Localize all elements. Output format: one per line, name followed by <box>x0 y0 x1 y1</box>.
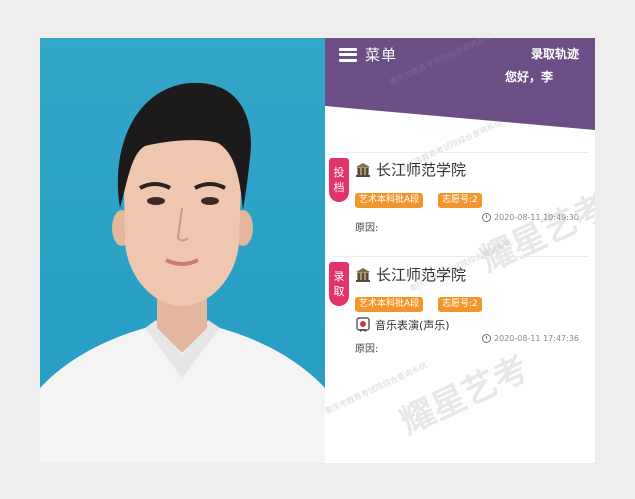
reason-label: 原因: <box>355 344 379 355</box>
hamburger-icon <box>339 47 357 62</box>
school-name: 长江师范学院 <box>376 266 467 284</box>
major-row: 音乐表演(声乐) <box>355 317 450 333</box>
screenshot-frame: 菜单 录取轨迹 您好，李 重庆市教育考试院综合查询系统 重庆市教育考试院综合查询… <box>40 38 595 463</box>
watermark-logo-text: 耀星艺考 <box>394 348 535 443</box>
watermark-logo-text: 耀星艺考 <box>474 186 595 281</box>
clock-icon <box>482 213 492 222</box>
menu-label: 菜单 <box>365 46 398 64</box>
menu-button[interactable]: 菜单 <box>339 44 397 65</box>
school-row: 长江师范学院 <box>355 264 466 285</box>
app-header: 菜单 录取轨迹 您好，李 <box>325 38 595 133</box>
timestamp: 2020-08-11 10:49:30 <box>482 213 579 222</box>
choice-number-badge: 志愿号:2 <box>438 193 482 208</box>
clock-icon <box>482 334 492 343</box>
status-tag: 投 档 <box>329 158 349 202</box>
school-row: 长江师范学院 <box>355 159 466 180</box>
student-photo <box>40 38 325 463</box>
record-divider <box>333 152 589 153</box>
record-divider <box>333 256 589 257</box>
major-name: 音乐表演(声乐) <box>375 319 450 332</box>
timestamp: 2020-08-11 17:47:36 <box>482 334 579 343</box>
building-icon <box>356 163 370 177</box>
user-greeting: 您好，李 <box>504 70 553 84</box>
choice-number-badge: 志愿号:2 <box>438 297 482 312</box>
batch-badge: 艺术本科批A段 <box>355 297 424 312</box>
batch-badge: 艺术本科批A段 <box>355 193 424 208</box>
school-name: 长江师范学院 <box>376 161 467 179</box>
certificate-icon <box>356 317 370 332</box>
reason-label: 原因: <box>355 223 379 234</box>
status-tag: 录 取 <box>329 262 349 306</box>
mobile-app-screen: 菜单 录取轨迹 您好，李 重庆市教育考试院综合查询系统 重庆市教育考试院综合查询… <box>325 38 595 463</box>
watermark-text: 重庆市教育考试院综合查询系统 <box>325 360 429 417</box>
building-icon <box>356 268 370 282</box>
admission-track-link[interactable]: 录取轨迹 <box>531 45 579 62</box>
